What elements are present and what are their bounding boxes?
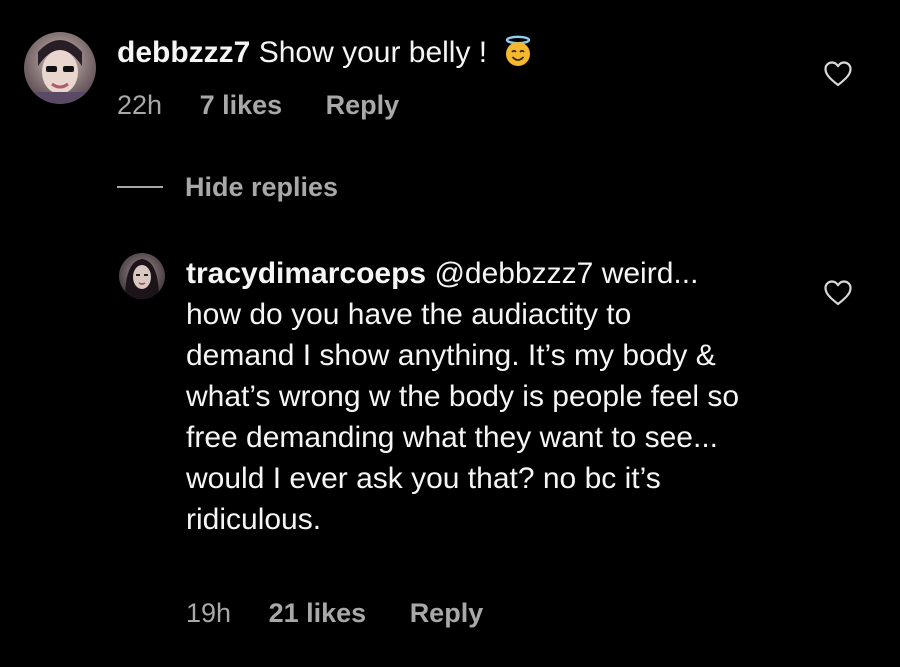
reply-mention[interactable]: @debbzzz7 [434,257,593,290]
hide-replies-button[interactable]: Hide replies [117,170,338,204]
reply-username[interactable]: tracydimarcoeps [186,257,426,290]
reply-meta: 19h 21 likes Reply [186,598,483,629]
reply-likes-count[interactable]: 21 likes [269,598,367,629]
comment-body: Show your belly ! [258,36,488,69]
comment-text: debbzzz7 Show your belly ! [117,32,534,73]
comment-username[interactable]: debbzzz7 [117,36,250,69]
smiling-face-with-halo-icon [502,35,534,67]
reply-body: weird... how do you have the audiactity … [186,257,740,536]
comment-timestamp: 22h [117,90,163,120]
reply-timestamp: 19h [186,598,232,628]
comment-likes-count[interactable]: 7 likes [200,90,283,121]
reply-avatar-photo [125,259,159,299]
reply-reply-button[interactable]: Reply [410,598,484,629]
reply-text: tracydimarcoeps @debbzzz7 weird... how d… [186,253,746,540]
avatar[interactable] [24,32,96,104]
reply-like-heart-icon[interactable] [823,279,853,307]
comment-meta: 22h 7 likes Reply [117,90,399,121]
hide-replies-label: Hide replies [185,171,339,202]
thread-divider-line [117,186,163,188]
reply-avatar[interactable] [119,253,165,299]
comment-reply-button[interactable]: Reply [326,90,400,121]
avatar-photo [34,40,86,104]
like-heart-icon[interactable] [823,60,853,88]
